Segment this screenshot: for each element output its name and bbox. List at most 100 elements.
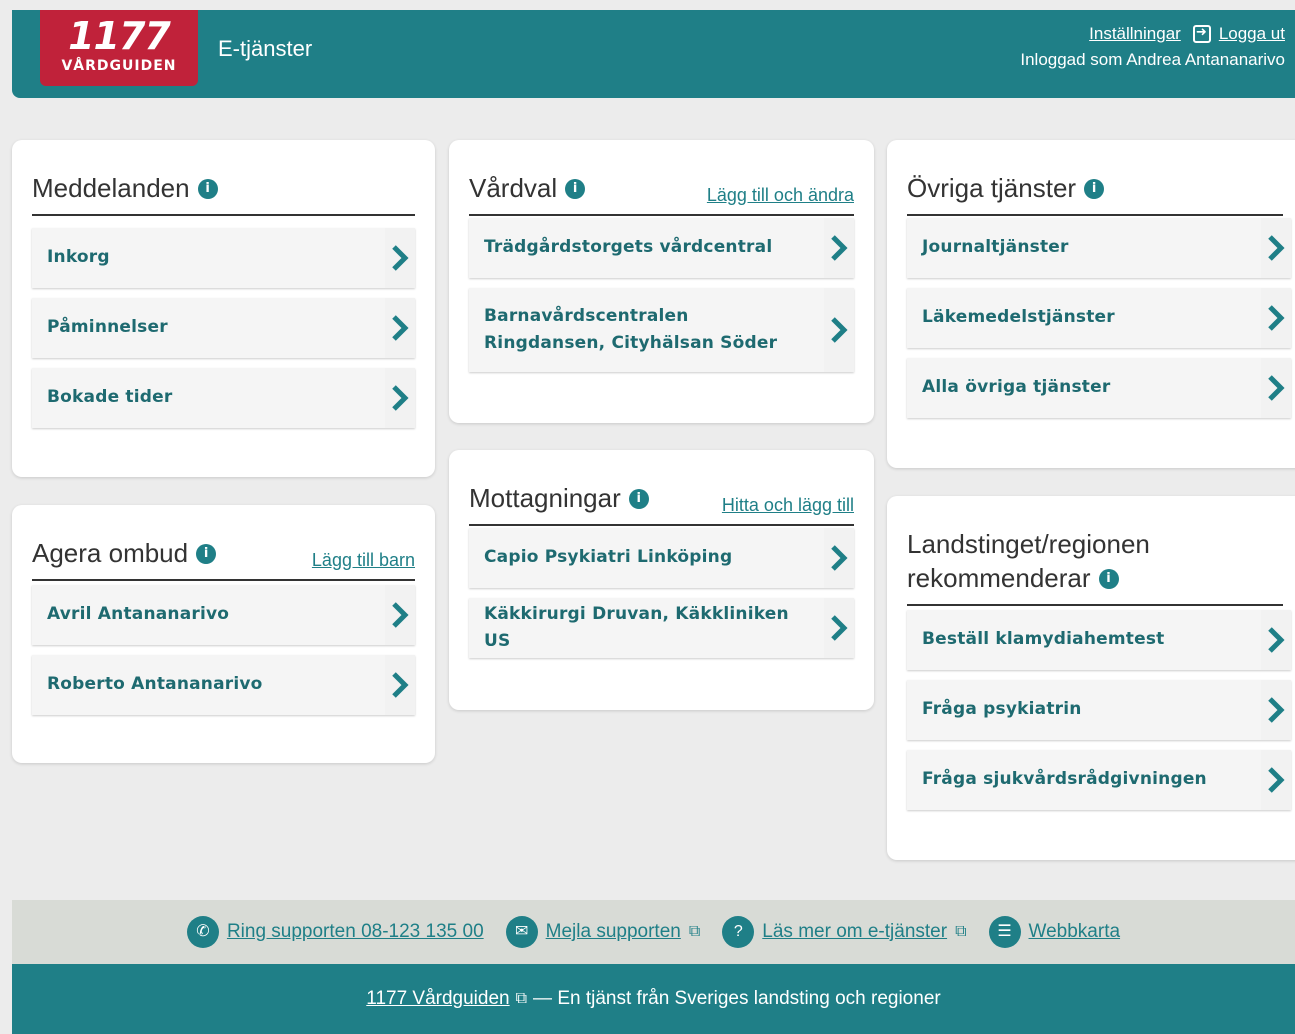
info-icon[interactable]: i: [565, 178, 586, 199]
list-item-medication-services[interactable]: Läkemedelstjänster: [907, 288, 1291, 348]
list-item-label: Fråga psykiatrin: [922, 699, 1082, 720]
messages-card: Meddelanden i Inkorg Påminnelser Bokade …: [12, 140, 435, 477]
list-item-care-center[interactable]: Trädgårdstorgets vårdcentral: [469, 218, 854, 278]
messages-list: Inkorg Påminnelser Bokade tider: [32, 228, 415, 438]
list-item-label: Fråga sjukvårdsrådgivningen: [922, 769, 1207, 790]
app-title: E-tjänster: [218, 36, 313, 61]
list-item-all-other-services[interactable]: Alla övriga tjänster: [907, 358, 1291, 418]
chevron-right-icon: [1261, 358, 1291, 418]
email-support-link[interactable]: Mejla supporten: [546, 921, 681, 943]
other-services-card-header: Övriga tjänster i: [907, 172, 1283, 216]
care-choice-title: Vårdval: [469, 173, 558, 203]
logo-text: VÅRDGUIDEN: [61, 58, 177, 74]
logout-link[interactable]: Logga ut: [1219, 24, 1285, 44]
other-services-title: Övriga tjänster: [907, 173, 1077, 203]
region-recommends-card: Landstinget/regionen rekommenderar i Bes…: [887, 496, 1295, 860]
chevron-right-icon: [1261, 750, 1291, 810]
other-services-list: Journaltjänster Läkemedelstjänster Alla …: [907, 218, 1291, 428]
region-title-line1: Landstinget/regionen: [907, 529, 1150, 559]
list-item-label: Beställ klamydiahemtest: [922, 629, 1165, 650]
user-area: Inställningar Logga ut Inloggad som Andr…: [1020, 24, 1285, 70]
list-item-order-test[interactable]: Beställ klamydiahemtest: [907, 610, 1291, 670]
list-item-label: Barnavårdscentralen Ringdansen, Cityhäls…: [484, 305, 778, 353]
list-item-label: Påminnelser: [47, 317, 168, 338]
external-link-icon: ⧉: [515, 990, 528, 1007]
chevron-right-icon: [385, 655, 415, 715]
sitemap-icon: ☰: [988, 916, 1021, 948]
list-item-label: Avril Antananarivo: [47, 604, 230, 625]
list-item-label: Bokade tider: [47, 387, 173, 408]
settings-link[interactable]: Inställningar: [1089, 24, 1181, 44]
read-more-link[interactable]: Läs mer om e-tjänster: [762, 921, 947, 943]
external-link-icon: ⧉: [955, 923, 967, 940]
footer-tagline: — En tjänst från Sveriges landsting och …: [533, 988, 941, 1009]
vardguiden-logo[interactable]: 1177 VÅRDGUIDEN: [40, 10, 198, 86]
other-services-card: Övriga tjänster i Journaltjänster Läkeme…: [887, 140, 1295, 468]
messages-title: Meddelanden: [32, 173, 190, 203]
clinics-card: Mottagningar i Hitta och lägg till Capio…: [449, 450, 874, 710]
care-choice-card: Vårdval i Lägg till och ändra Trädgårdst…: [449, 140, 874, 423]
chevron-right-icon: [824, 598, 854, 658]
info-icon[interactable]: i: [628, 488, 649, 509]
chevron-right-icon: [824, 528, 854, 588]
vardguiden-link[interactable]: 1177 Vårdguiden: [366, 988, 509, 1010]
chevron-right-icon: [1261, 680, 1291, 740]
top-header: 1177 VÅRDGUIDEN E-tjänster Inställningar…: [12, 10, 1295, 98]
support-bar: ✆ Ring supporten 08-123 135 00 ✉ Mejla s…: [12, 900, 1295, 964]
logo-number: 1177: [68, 14, 171, 58]
chevron-right-icon: [385, 298, 415, 358]
chevron-right-icon: [824, 288, 854, 372]
external-link-icon: ⧉: [688, 923, 701, 940]
list-item-journal-services[interactable]: Journaltjänster: [907, 218, 1291, 278]
chevron-right-icon: [1261, 218, 1291, 278]
clinics-title: Mottagningar: [469, 483, 621, 513]
add-child-link[interactable]: Lägg till barn: [312, 550, 415, 571]
clinics-list: Capio Psykiatri Linköping Käkkirurgi Dru…: [469, 528, 854, 668]
list-item-ask-care-advice[interactable]: Fråga sjukvårdsrådgivningen: [907, 750, 1291, 810]
list-item-label: Inkorg: [47, 247, 110, 268]
call-support-link[interactable]: Ring supporten 08-123 135 00: [227, 921, 484, 943]
phone-icon: ✆: [186, 916, 219, 948]
list-item-proxy[interactable]: Roberto Antananarivo: [32, 655, 415, 715]
list-item-inbox[interactable]: Inkorg: [32, 228, 415, 288]
list-item-reminders[interactable]: Påminnelser: [32, 298, 415, 358]
list-item-label: Käkkirurgi Druvan, Käkkliniken US: [484, 603, 789, 651]
proxy-list: Avril Antananarivo Roberto Antananarivo: [32, 585, 415, 725]
region-title-line2: rekommenderar: [907, 562, 1091, 593]
bottom-footer: 1177 Vårdguiden ⧉ — En tjänst från Sveri…: [12, 964, 1295, 1034]
proxy-card-header: Agera ombud i Lägg till barn: [32, 537, 415, 581]
find-add-link[interactable]: Hitta och lägg till: [722, 495, 854, 516]
messages-card-header: Meddelanden i: [32, 172, 415, 216]
list-item-label: Alla övriga tjänster: [922, 377, 1111, 398]
list-item-clinic[interactable]: Capio Psykiatri Linköping: [469, 528, 854, 588]
region-recommends-list: Beställ klamydiahemtest Fråga psykiatrin…: [907, 610, 1291, 820]
chevron-right-icon: [1261, 610, 1291, 670]
list-item-proxy[interactable]: Avril Antananarivo: [32, 585, 415, 645]
logout-icon[interactable]: [1192, 24, 1211, 43]
list-item-booked-times[interactable]: Bokade tider: [32, 368, 415, 428]
add-change-link[interactable]: Lägg till och ändra: [707, 185, 854, 206]
chevron-right-icon: [385, 585, 415, 645]
care-choice-card-header: Vårdval i Lägg till och ändra: [469, 172, 854, 216]
chevron-right-icon: [824, 218, 854, 278]
region-recommends-card-header: Landstinget/regionen rekommenderar i: [907, 528, 1283, 606]
list-item-ask-psychiatry[interactable]: Fråga psykiatrin: [907, 680, 1291, 740]
chevron-right-icon: [385, 228, 415, 288]
info-icon[interactable]: i: [1084, 178, 1105, 199]
list-item-label: Capio Psykiatri Linköping: [484, 547, 733, 568]
sitemap-link[interactable]: Webbkarta: [1029, 921, 1121, 943]
proxy-title: Agera ombud: [32, 538, 189, 568]
proxy-card: Agera ombud i Lägg till barn Avril Antan…: [12, 505, 435, 763]
list-item-care-center[interactable]: Barnavårdscentralen Ringdansen, Cityhäls…: [469, 288, 854, 372]
info-icon[interactable]: i: [196, 543, 217, 564]
help-icon: ?: [722, 916, 755, 948]
info-icon[interactable]: i: [197, 178, 218, 199]
list-item-label: Journaltjänster: [922, 237, 1069, 258]
chevron-right-icon: [1261, 288, 1291, 348]
list-item-label: Läkemedelstjänster: [922, 307, 1115, 328]
list-item-clinic[interactable]: Käkkirurgi Druvan, Käkkliniken US: [469, 598, 854, 658]
list-item-label: Roberto Antananarivo: [47, 674, 263, 695]
info-icon[interactable]: i: [1098, 568, 1119, 589]
chevron-right-icon: [385, 368, 415, 428]
clinics-card-header: Mottagningar i Hitta och lägg till: [469, 482, 854, 526]
